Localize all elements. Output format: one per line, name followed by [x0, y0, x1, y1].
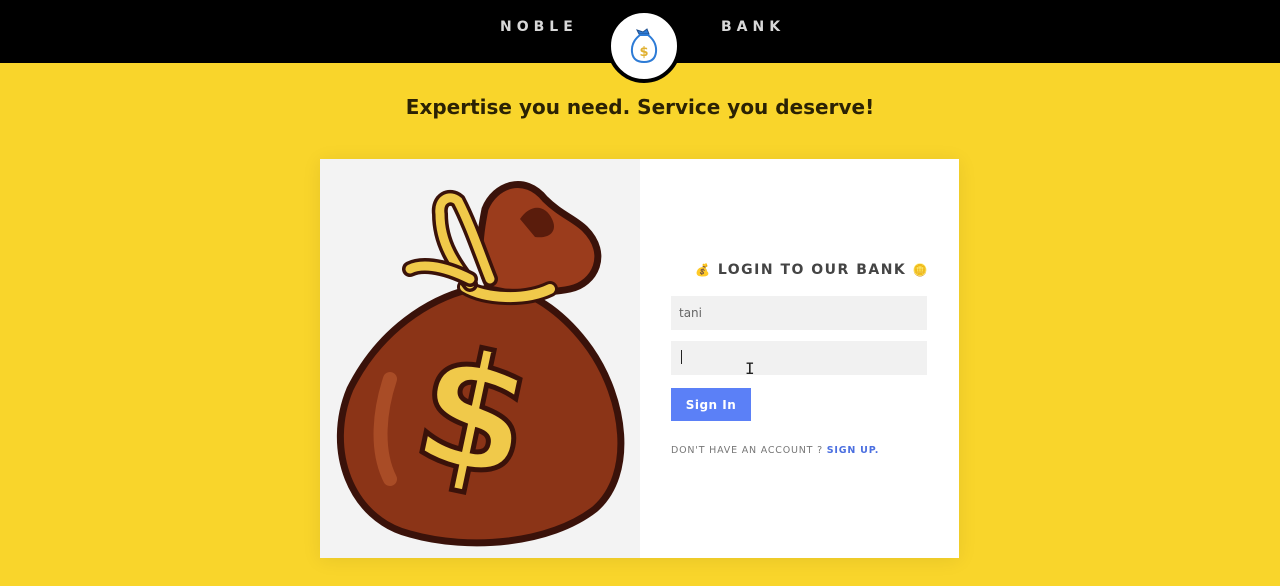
password-input[interactable]: [671, 341, 927, 375]
bank-logo[interactable]: $: [607, 9, 681, 83]
money-bag-icon: $: [630, 28, 658, 64]
login-title-text: LOGIN TO OUR BANK: [717, 262, 907, 278]
svg-text:$: $: [639, 45, 648, 60]
brand-name-left: NOBLE: [500, 19, 578, 35]
no-account-text: DON'T HAVE AN ACCOUNT ?: [671, 445, 823, 456]
illustration-panel: $: [320, 159, 640, 558]
money-bag-emoji-icon: 💰: [695, 263, 712, 277]
sign-up-link[interactable]: SIGN UP.: [827, 445, 879, 456]
text-caret: [681, 350, 682, 364]
login-title: 💰 LOGIN TO OUR BANK 🪙: [695, 262, 929, 278]
brand-name-right: BANK: [721, 19, 786, 35]
login-card: $ 💰 LOGIN TO OUR BANK 🪙 I Sign In DON'T …: [320, 159, 959, 558]
signup-prompt: DON'T HAVE AN ACCOUNT ? SIGN UP.: [671, 445, 879, 456]
coin-emoji-icon: 🪙: [912, 263, 930, 277]
username-input[interactable]: [671, 296, 927, 330]
sign-in-button[interactable]: Sign In: [671, 388, 751, 421]
money-bag-dollar-icon: $: [336, 181, 625, 547]
tagline: Expertise you need. Service you deserve!: [405, 95, 875, 119]
ibeam-cursor-icon: I: [745, 359, 755, 378]
